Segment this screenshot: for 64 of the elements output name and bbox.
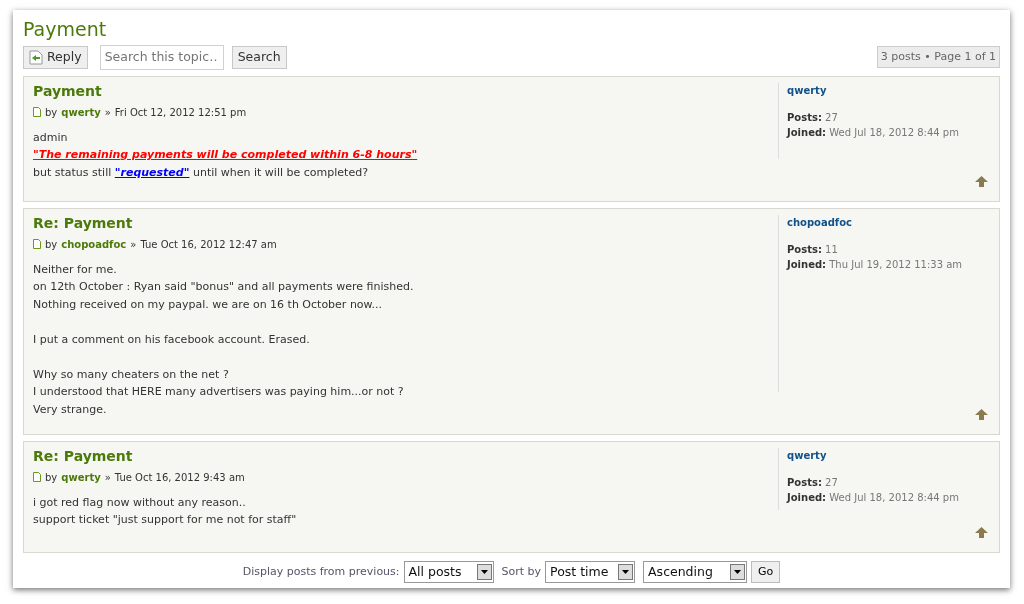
- posts-label: Posts:: [787, 111, 822, 123]
- post-title[interactable]: Re: Payment: [33, 445, 778, 467]
- search-field[interactable]: Search this topic…: [99, 44, 224, 70]
- posts-count: 11: [825, 243, 838, 255]
- post-icon[interactable]: [33, 472, 41, 483]
- post-text: but status still "requested" until when it will be completed?: [33, 164, 369, 181]
- reply-icon: [29, 49, 43, 65]
- post-title[interactable]: Payment: [33, 80, 778, 102]
- post-icon[interactable]: [33, 107, 41, 118]
- quote-link[interactable]: "The remaining payments will be completed within 6-8 hours": [33, 148, 418, 162]
- posts-count: 27: [825, 476, 838, 488]
- author-link[interactable]: chopoadfoc: [61, 236, 127, 252]
- sort-order-select[interactable]: Ascending: [643, 560, 748, 584]
- profile-username[interactable]: qwerty: [787, 82, 827, 98]
- posts-count: 27: [825, 111, 838, 123]
- author-link[interactable]: qwerty: [61, 469, 101, 485]
- joined-date: Thu Jul 19, 2012 11:33 am: [829, 258, 963, 270]
- posts-label: Posts:: [787, 243, 822, 255]
- display-label: Display posts from previous:: [242, 563, 400, 580]
- post-date: Tue Oct 16, 2012 9:43 am: [114, 470, 245, 485]
- dropdown-arrow-icon: [480, 569, 488, 574]
- profile-username[interactable]: chopoadfoc: [787, 214, 852, 230]
- post-text: I understood that HERE many advertisers was paying him...or not ?: [33, 384, 405, 401]
- dropdown-arrow-icon: [734, 569, 742, 574]
- posts-label: Posts:: [787, 476, 822, 488]
- joined-date: Wed Jul 18, 2012 8:44 pm: [829, 126, 959, 138]
- up-arrow-icon[interactable]: [975, 526, 988, 538]
- post-date: Fri Oct 12, 2012 12:51 pm: [114, 105, 247, 120]
- post-date: Tue Oct 16, 2012 12:47 am: [140, 237, 277, 252]
- joined-date: Wed Jul 18, 2012 8:44 pm: [829, 491, 959, 503]
- joined-label: Joined:: [787, 258, 827, 270]
- sort-field-select[interactable]: Post time: [545, 560, 636, 584]
- separator: »: [130, 237, 137, 252]
- up-arrow-icon[interactable]: [975, 175, 988, 187]
- post-title[interactable]: Re: Payment: [33, 212, 778, 234]
- quote-link[interactable]: "requested": [114, 165, 190, 179]
- sort-label: Sort by: [501, 563, 542, 580]
- dropdown-arrow-icon: [622, 569, 630, 574]
- search-button[interactable]: Search: [231, 45, 287, 69]
- post-text: Nothing received on my paypal. we are on 16 th October now...: [33, 296, 384, 313]
- reply-button[interactable]: Reply: [23, 45, 88, 69]
- post-icon[interactable]: [33, 239, 41, 250]
- pagination-info: 3 posts • Page 1 of 1: [876, 45, 1000, 69]
- by-label: by: [45, 237, 58, 252]
- go-button[interactable]: Go: [751, 560, 781, 584]
- separator: »: [104, 105, 111, 120]
- post-text: Very strange.: [33, 401, 108, 418]
- joined-label: Joined:: [787, 491, 827, 503]
- post-text: admin: [33, 129, 69, 146]
- up-arrow-icon[interactable]: [975, 408, 988, 420]
- topic-title: Payment: [23, 18, 108, 41]
- by-label: by: [45, 105, 58, 120]
- post-text: i got red flag now without any reason..: [33, 494, 247, 511]
- joined-label: Joined:: [787, 126, 827, 138]
- post-text: support ticket "just support for me not for staff": [33, 512, 298, 529]
- author-link[interactable]: qwerty: [61, 104, 101, 120]
- post-text: Why so many cheaters on the net ?: [33, 366, 230, 383]
- separator: »: [104, 470, 111, 485]
- profile-username[interactable]: qwerty: [787, 447, 827, 463]
- post-text: Neither for me.: [33, 261, 118, 278]
- post-text: I put a comment on his facebook account. Erased.: [33, 331, 311, 348]
- display-period-select[interactable]: All posts: [403, 560, 494, 584]
- post-text: on 12th October : Ryan said "bonus" and all payments were finished.: [33, 279, 415, 296]
- by-label: by: [45, 470, 58, 485]
